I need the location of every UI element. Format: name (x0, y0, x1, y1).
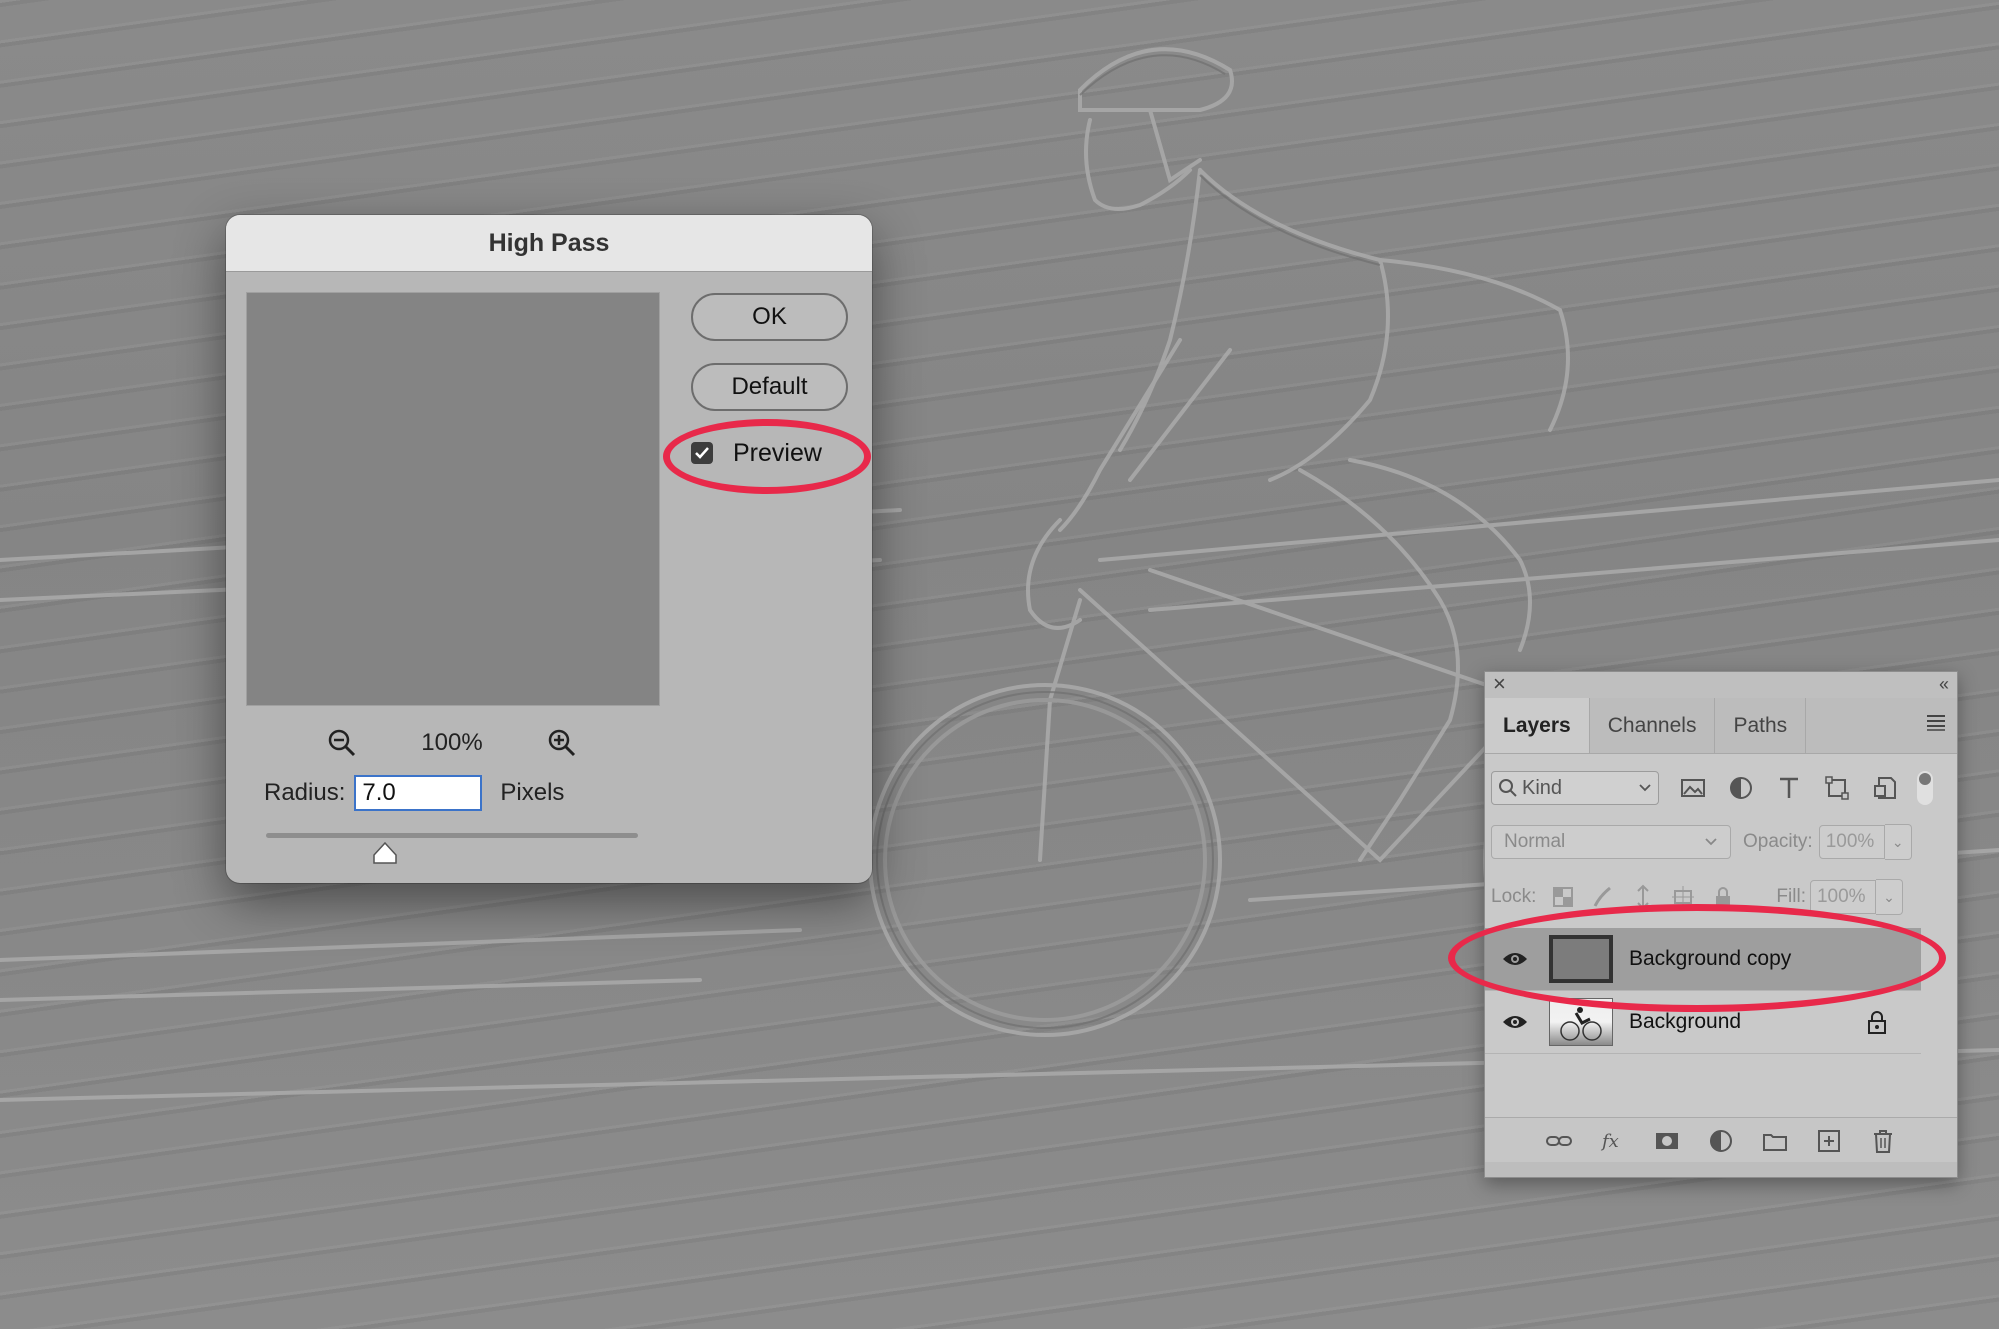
panel-collapse-icon[interactable]: ‹‹ (1939, 672, 1949, 696)
shape-layer-filter-icon[interactable] (1823, 774, 1851, 802)
filter-kind-label: Kind (1522, 776, 1563, 799)
zoom-out-icon[interactable] (327, 728, 357, 758)
dialog-title: High Pass (226, 215, 872, 272)
zoom-in-icon[interactable] (547, 728, 577, 758)
preview-zoom-controls: 100% (246, 723, 658, 763)
fill-dropdown-button[interactable]: ⌄ (1875, 879, 1903, 915)
panel-menu-icon[interactable] (1925, 712, 1947, 732)
filter-preview-pane[interactable] (246, 292, 660, 706)
layers-panel-footer: fx (1485, 1117, 1957, 1163)
cyclist-thumbnail-icon (1560, 1007, 1602, 1041)
default-button[interactable]: Default (691, 363, 848, 411)
lock-image-pixels-icon[interactable] (1590, 884, 1616, 910)
preview-label: Preview (733, 438, 822, 467)
visibility-eye-icon[interactable] (1485, 1013, 1545, 1031)
lock-all-icon[interactable] (1710, 884, 1736, 910)
add-mask-icon[interactable] (1653, 1127, 1681, 1155)
new-layer-icon[interactable] (1815, 1127, 1843, 1155)
ok-button[interactable]: OK (691, 293, 848, 341)
layer-thumbnail (1549, 998, 1613, 1046)
preview-checkbox-row[interactable]: Preview (691, 433, 822, 473)
layer-filter-row: Kind (1491, 768, 1951, 808)
adjustment-layer-filter-icon[interactable] (1727, 774, 1755, 802)
preview-checkbox[interactable] (691, 442, 713, 464)
radius-row: Radius: Pixels (264, 773, 564, 813)
smart-object-filter-icon[interactable] (1871, 774, 1899, 802)
radius-slider-track[interactable] (266, 833, 638, 838)
high-pass-dialog: High Pass 100% Radius: Pixels OK Default (226, 215, 872, 883)
tab-layers[interactable]: Layers (1485, 698, 1590, 753)
chevron-down-icon (1639, 784, 1651, 792)
filter-kind-select[interactable]: Kind (1491, 771, 1659, 805)
layer-name: Background copy (1629, 947, 1792, 970)
opacity-input[interactable]: 100% (1818, 825, 1885, 859)
checkmark-icon (695, 447, 709, 459)
radius-input[interactable] (354, 775, 483, 811)
lock-fill-row: Lock: Fill: 100% ⌄ (1491, 879, 1951, 915)
lock-position-icon[interactable] (1630, 884, 1656, 910)
blend-opacity-row: Normal Opacity: 100% ⌄ (1491, 824, 1951, 860)
layer-list: Background copy Background (1485, 928, 1921, 1054)
opacity-dropdown-button[interactable]: ⌄ (1884, 824, 1912, 860)
lock-label: Lock: (1491, 886, 1537, 907)
radius-slider-thumb[interactable] (372, 841, 398, 865)
fill-label: Fill: (1776, 886, 1806, 907)
zoom-level-text: 100% (421, 729, 483, 756)
layer-row-background-copy[interactable]: Background copy (1485, 928, 1921, 991)
radius-unit-label: Pixels (500, 779, 565, 806)
visibility-eye-icon[interactable] (1485, 950, 1545, 968)
layer-row-background[interactable]: Background (1485, 991, 1921, 1054)
blend-mode-select[interactable]: Normal (1491, 825, 1731, 859)
new-adjustment-layer-icon[interactable] (1707, 1127, 1735, 1155)
panel-tab-bar: Layers Channels Paths (1485, 698, 1957, 754)
panel-resize-grip[interactable] (1485, 1162, 1957, 1177)
radius-label: Radius: (264, 779, 346, 806)
delete-layer-trash-icon[interactable] (1869, 1127, 1897, 1155)
blend-mode-value: Normal (1504, 831, 1566, 852)
lock-transparent-pixels-icon[interactable] (1550, 884, 1576, 910)
layer-style-fx-icon[interactable]: fx (1599, 1127, 1627, 1155)
fill-input[interactable]: 100% (1809, 880, 1876, 914)
link-layers-icon[interactable] (1545, 1127, 1573, 1155)
layer-thumbnail (1549, 935, 1613, 983)
chevron-down-icon (1705, 838, 1717, 846)
lock-artboard-icon[interactable] (1670, 884, 1696, 910)
panel-title-bar: × ‹‹ (1485, 672, 1957, 698)
svg-text:fx: fx (1600, 1131, 1619, 1152)
layers-panel: × ‹‹ Layers Channels Paths Kind Normal O… (1484, 671, 1958, 1178)
search-icon (1499, 779, 1517, 797)
layer-name: Background (1629, 1010, 1742, 1033)
opacity-label: Opacity: (1743, 831, 1813, 852)
panel-close-icon[interactable]: × (1493, 672, 1506, 696)
pixel-layer-filter-icon[interactable] (1679, 774, 1707, 802)
new-group-folder-icon[interactable] (1761, 1127, 1789, 1155)
layer-lock-icon (1868, 1011, 1886, 1034)
tab-paths[interactable]: Paths (1715, 698, 1807, 753)
type-layer-filter-icon[interactable] (1775, 774, 1803, 802)
tab-channels[interactable]: Channels (1590, 698, 1716, 753)
layer-filter-toggle[interactable] (1917, 771, 1933, 805)
